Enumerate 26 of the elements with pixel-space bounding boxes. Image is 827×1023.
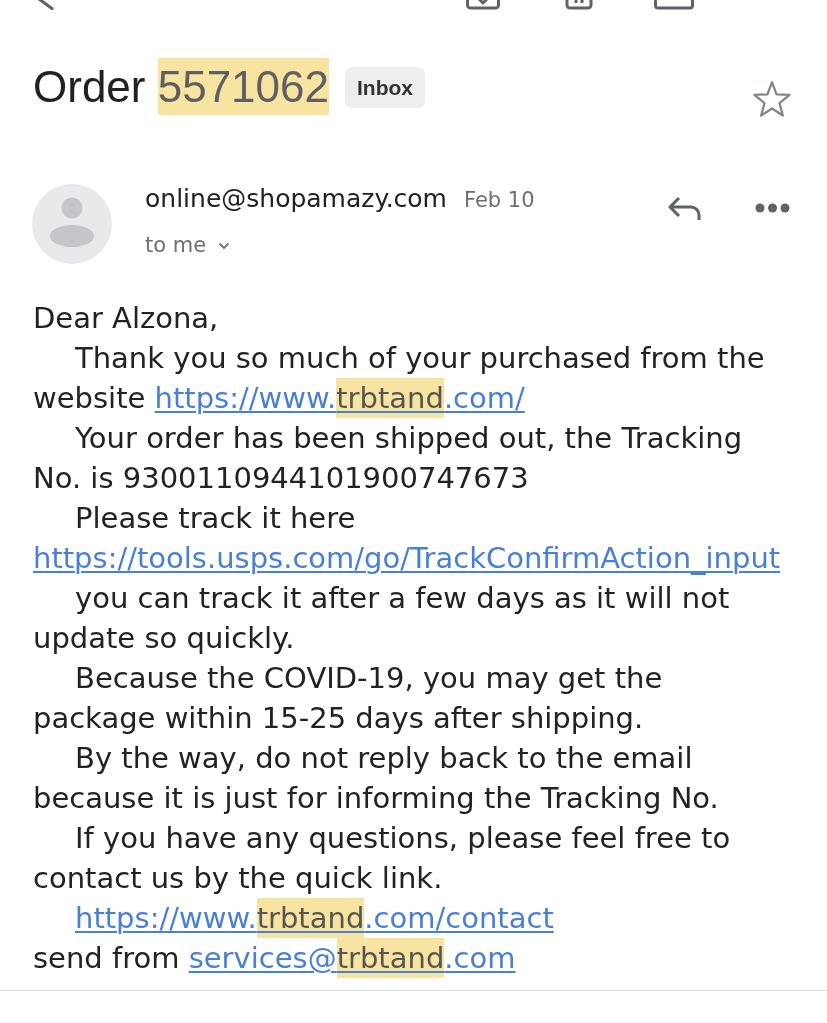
- trash-icon[interactable]: [565, 0, 593, 10]
- archive-icon[interactable]: [466, 0, 500, 10]
- message-paragraph: Your order has been shipped out, the Tracking No. is 9300110944101900747673: [33, 420, 744, 497]
- sender-address: online@shopamazy.com: [145, 184, 447, 214]
- message-link[interactable]: https://www.trbtand.com/contact: [75, 898, 554, 938]
- mail-icon[interactable]: [654, 0, 694, 10]
- message-paragraph: Thank you so much of your purchased from the website https://www.trbtand.com/: [33, 338, 786, 418]
- recipient-toggle[interactable]: to me: [145, 230, 231, 260]
- message-paragraph: you can track it after a few days as it will not update so quickly.: [33, 580, 731, 657]
- message-paragraph: By the way, do not reply back to the email because it is just for informing the Tracking No.: [33, 740, 720, 817]
- message-paragraph: Because the COVID-19, you may get the package within 15-25 days after shipping.: [33, 660, 664, 737]
- back-icon[interactable]: [37, 0, 55, 10]
- star-icon[interactable]: [753, 81, 791, 117]
- message-link[interactable]: services@trbtand.com: [188, 938, 516, 978]
- reply-icon[interactable]: [666, 195, 702, 222]
- message-link[interactable]: https://tools.usps.com/go/TrackConfirmAction_input: [33, 538, 781, 578]
- more-icon[interactable]: [755, 203, 790, 213]
- message-link[interactable]: https://www.trbtand.com/: [154, 378, 525, 418]
- message-paragraph: Dear Alzona,: [33, 300, 220, 337]
- message-paragraph: If you have any questions, please feel free to contact us by the quick link.: [33, 820, 732, 897]
- chevron-icon: [218, 242, 231, 250]
- message-date: Feb 10: [464, 187, 535, 214]
- message-paragraph: Please track it here https://tools.usps.com/go/TrackConfirmAction_input: [33, 498, 786, 578]
- label-chip[interactable]: Inbox: [345, 66, 425, 108]
- message-paragraph: send from services@trbtand.com: [33, 938, 786, 978]
- avatar-icon: [32, 184, 112, 264]
